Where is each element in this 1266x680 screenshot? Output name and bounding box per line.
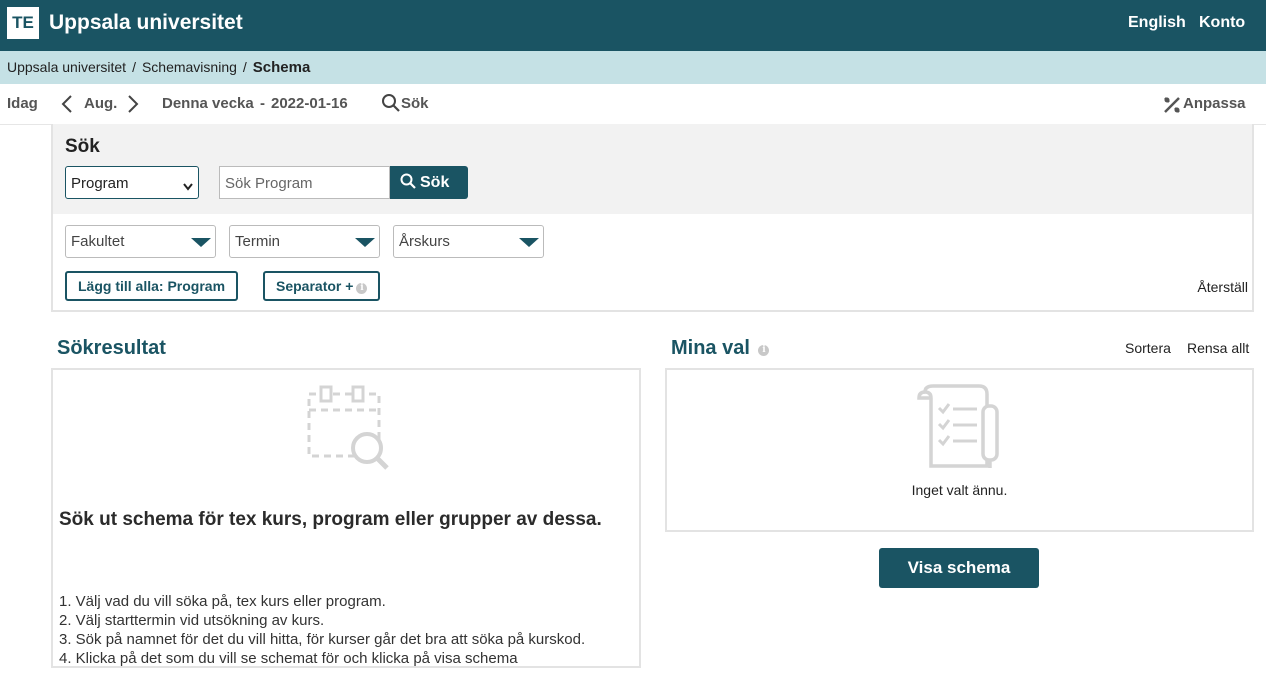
breadcrumb-item-schemavisning[interactable]: Schemavisning [142,59,237,75]
term-dropdown[interactable]: Termin [229,225,380,258]
next-arrow-icon[interactable] [126,94,140,114]
date-separator: - [260,95,265,112]
year-dropdown[interactable]: Årskurs [393,225,544,258]
breadcrumb-item-university[interactable]: Uppsala universitet [7,59,126,75]
reset-link[interactable]: Återställ [1197,279,1248,295]
search-icon [400,173,416,189]
account-link[interactable]: Konto [1199,14,1245,32]
triangle-down-icon [355,238,375,247]
customize-button[interactable]: Anpassa [1183,95,1246,112]
week-label[interactable]: Denna vecka [162,95,254,112]
year-dropdown-label: Årskurs [399,233,450,250]
separator-button-label: Separator + [276,278,354,294]
info-icon[interactable]: i [356,283,368,294]
faculty-dropdown-label: Fakultet [71,233,125,250]
triangle-down-icon [519,238,539,247]
choices-title: Mina val i [671,337,770,360]
search-input[interactable]: Sök Program [219,166,390,199]
instruction-step: 4. Klicka på det som du vill se schemat … [59,650,518,667]
triangle-down-icon [191,238,211,247]
faculty-dropdown[interactable]: Fakultet [65,225,216,258]
breadcrumb-bar: Uppsala universitet / Schemavisning / Schema [0,51,1266,84]
te-logo[interactable]: TE [7,7,39,39]
results-title: Sökresultat [57,337,166,359]
search-type-value: Program [71,175,129,192]
search-type-select[interactable]: Program [65,166,199,199]
search-button[interactable]: Sök [390,166,468,199]
clear-all-link[interactable]: Rensa allt [1187,340,1249,356]
instruction-step: 2. Välj starttermin vid utsökning av kur… [59,612,325,629]
app-title[interactable]: Uppsala universitet [49,11,243,35]
search-panel-title: Sök [65,136,100,157]
notes-pencil-icon [917,384,1003,475]
instruction-step: 1. Välj vad du vill söka på, tex kurs el… [59,593,386,610]
results-heading: Sök ut schema för tex kurs, program elle… [59,509,602,530]
prev-arrow-icon[interactable] [60,94,74,114]
breadcrumb-current: Schema [252,59,311,76]
separator-button[interactable]: Separator + i [263,271,381,301]
search-panel: Sök Program Sök Program Sök Fakultet Ter… [51,124,1254,312]
breadcrumb-separator: / [132,59,136,75]
search-icon[interactable] [381,93,401,113]
search-panel-header: Sök Program Sök Program Sök [53,124,1252,214]
results-box: Sök ut schema för tex kurs, program elle… [51,368,641,668]
top-bar: TE Uppsala universitet English Konto [0,0,1266,51]
term-dropdown-label: Termin [235,233,281,250]
english-link[interactable]: English [1128,14,1186,32]
choices-box: Inget valt ännu. [665,368,1254,532]
breadcrumb: Uppsala universitet / Schemavisning / Schema [7,59,310,76]
breadcrumb-separator: / [242,59,247,75]
date-label[interactable]: 2022-01-16 [271,95,348,112]
show-schedule-button[interactable]: Visa schema [879,548,1039,588]
add-all-button[interactable]: Lägg till alla: Program [65,271,239,301]
info-icon[interactable]: i [758,345,770,356]
customize-icon[interactable] [1163,96,1181,114]
sort-link[interactable]: Sortera [1125,340,1171,356]
toolbar: Idag Aug. Denna vecka - 2022-01-16 Sök A… [0,84,1266,125]
today-button[interactable]: Idag [7,95,38,112]
chevron-down-icon [183,178,193,195]
toolbar-search-label[interactable]: Sök [401,95,429,112]
search-calendar-icon [303,384,393,479]
instruction-step: 3. Sök på namnet för det du vill hitta, … [59,631,586,648]
empty-choices-text: Inget valt ännu. [911,482,1008,498]
search-button-label: Sök [420,174,450,191]
instructions-list: 1. Välj vad du vill söka på, tex kurs el… [59,592,585,668]
choices-title-label: Mina val [671,337,750,359]
view-selector[interactable]: Aug. [84,95,117,112]
